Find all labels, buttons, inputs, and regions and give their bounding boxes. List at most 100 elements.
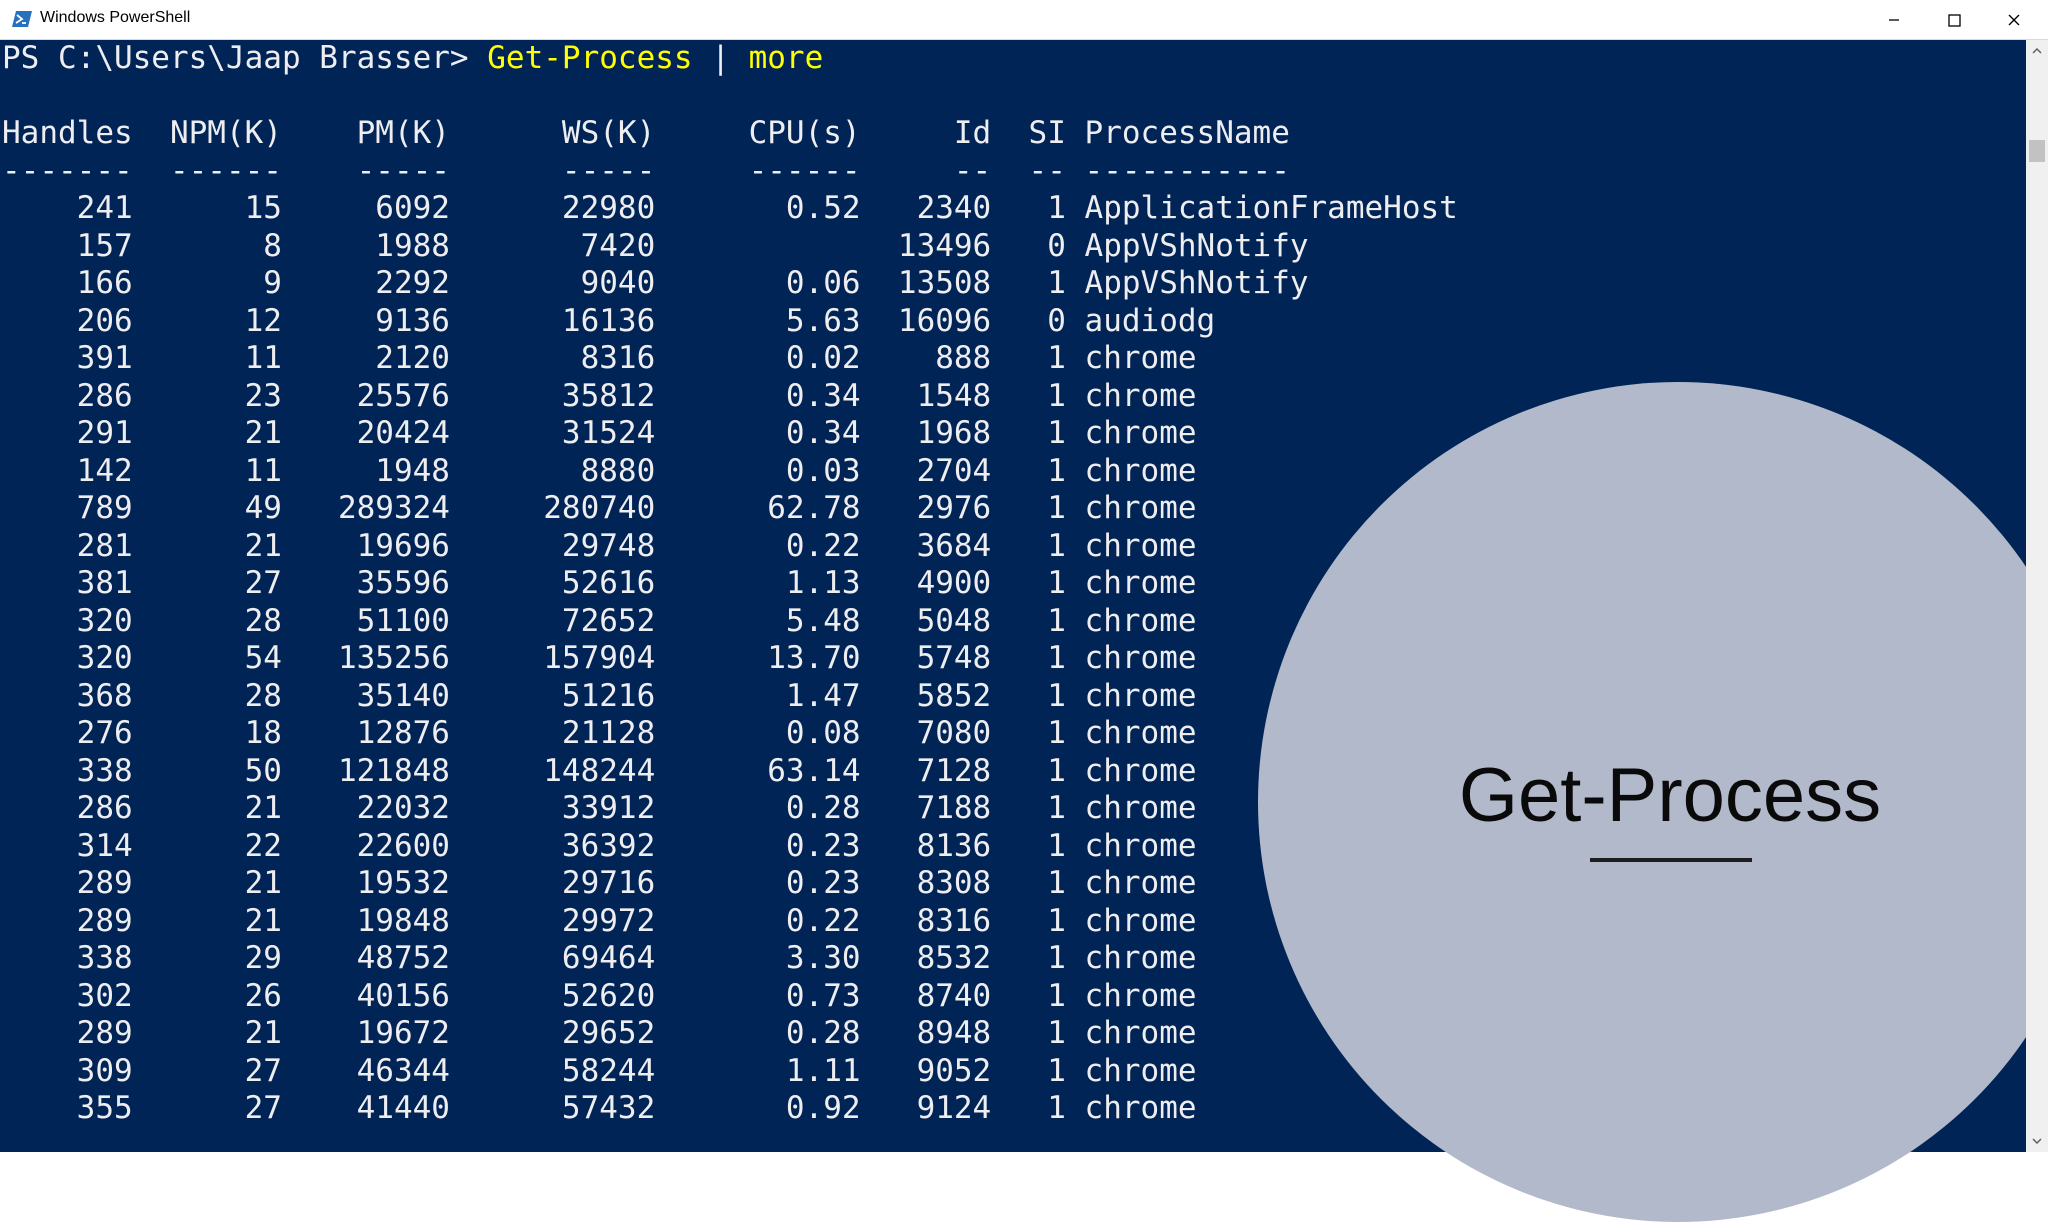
scroll-up-arrow-icon[interactable] [2026,40,2048,62]
table-cell: 51216 [449,677,656,714]
table-cell: 309 [2,1052,133,1089]
table-cell: 51100 [281,602,450,639]
table-cell: chrome [1065,527,1197,564]
table-cell: ApplicationFrameHost [1065,190,1458,226]
table-cell: 0.73 [655,977,861,1014]
table-cell: 41440 [281,1090,450,1126]
table-cell: 286 [2,790,133,826]
table-cell: 276 [2,715,133,751]
minimize-button[interactable] [1864,0,1924,40]
table-header-row: Handles NPM(K) PM(K) WS(K) CPU(s) Id SI … [2,115,1290,151]
table-cell: AppVShNotify [1065,265,1309,301]
column-header: NPM(K) [132,115,282,151]
table-cell: 314 [2,827,133,864]
table-cell: chrome [1065,977,1197,1014]
table-cell: 29716 [449,865,656,901]
table-cell: 8880 [449,452,656,489]
table-cell: 29 [132,940,282,976]
table-cell: 1 [991,565,1066,601]
table-cell: 206 [2,302,133,339]
table-cell: 1 [991,602,1066,639]
table-cell: 1548 [860,377,992,414]
table-cell: 22 [132,827,282,864]
table-cell: 280740 [449,490,656,526]
table-cell: 5048 [860,602,992,639]
table-row: 355 27 41440 57432 0.92 9124 1 chrome [2,1090,1197,1126]
table-row: 289 21 19848 29972 0.22 8316 1 chrome [2,903,1197,939]
table-cell: 21 [132,1015,282,1051]
table-cell: 1 [991,902,1066,939]
table-cell: chrome [1065,340,1197,376]
table-cell: 21 [132,902,282,939]
table-cell: 289 [2,1015,133,1051]
table-cell: 0.03 [655,452,861,489]
pipe-command-text: more [748,40,824,76]
table-cell: 54 [132,640,282,676]
table-cell: 381 [2,565,133,601]
table-cell: chrome [1065,490,1197,526]
separator-dashes: ----- [449,152,656,189]
table-cell: chrome [1065,1052,1197,1089]
table-cell: chrome [1065,752,1197,789]
vertical-scrollbar[interactable] [2026,40,2048,1152]
table-cell: 8 [132,227,282,264]
table-cell: chrome [1065,602,1197,639]
table-cell: 15 [132,190,282,226]
table-row: 302 26 40156 52620 0.73 8740 1 chrome [2,978,1197,1014]
table-cell: 72652 [449,602,656,639]
table-cell: 12 [132,302,282,339]
table-cell: 0.34 [655,377,861,414]
overlay-title: Get-Process [1458,753,1882,838]
table-cell: 1 [991,940,1066,976]
table-cell: 0.02 [655,340,861,376]
table-cell: 1 [991,377,1066,414]
table-cell: 8740 [860,977,992,1014]
table-cell: 1 [991,340,1066,376]
table-cell: chrome [1065,415,1197,451]
table-cell: 0.23 [655,865,861,901]
table-row: 309 27 46344 58244 1.11 9052 1 chrome [2,1053,1197,1089]
table-cell: 281 [2,527,133,564]
table-cell: 8948 [860,1015,992,1051]
table-cell: 29652 [449,1015,656,1051]
table-cell: 320 [2,640,133,676]
prompt: PS C:\Users\Jaap Brasser> [2,40,488,76]
table-cell: 368 [2,677,133,714]
table-cell: 1 [991,490,1066,526]
table-cell: 22600 [281,827,450,864]
table-row: 368 28 35140 51216 1.47 5852 1 chrome [2,678,1197,714]
column-header: Handles [2,115,133,151]
table-cell: 0 [991,227,1066,264]
scroll-down-arrow-icon[interactable] [2026,1130,2048,1152]
table-cell: 0.22 [655,902,861,939]
separator-dashes: ------- [2,152,133,189]
table-row: 320 54 135256 157904 13.70 5748 1 chrome [2,640,1197,676]
column-header: WS(K) [449,115,656,151]
table-cell: 1 [991,827,1066,864]
table-cell: 48752 [281,940,450,976]
maximize-button[interactable] [1924,0,1984,40]
table-cell: 69464 [449,940,656,976]
table-cell: 18 [132,715,282,751]
table-cell: 11 [132,452,282,489]
close-button[interactable] [1984,0,2044,40]
table-cell: 291 [2,415,133,451]
table-cell: 2976 [860,490,992,526]
table-cell: 3684 [860,527,992,564]
table-cell: 289 [2,865,133,901]
table-cell: 1988 [281,227,450,264]
table-cell: 1948 [281,452,450,489]
table-cell: 27 [132,1090,282,1126]
table-row: 281 21 19696 29748 0.22 3684 1 chrome [2,528,1197,564]
table-cell: chrome [1065,902,1197,939]
column-header: Id [860,115,992,151]
table-cell: 1 [991,1090,1066,1126]
scrollbar-thumb[interactable] [2029,140,2045,162]
table-cell: 1 [991,977,1066,1014]
table-cell: 888 [860,340,992,376]
table-cell: 166 [2,265,133,301]
table-cell: 0.92 [655,1090,861,1126]
table-cell: 0.34 [655,415,861,451]
table-cell: 11 [132,340,282,376]
table-cell: 355 [2,1090,133,1126]
